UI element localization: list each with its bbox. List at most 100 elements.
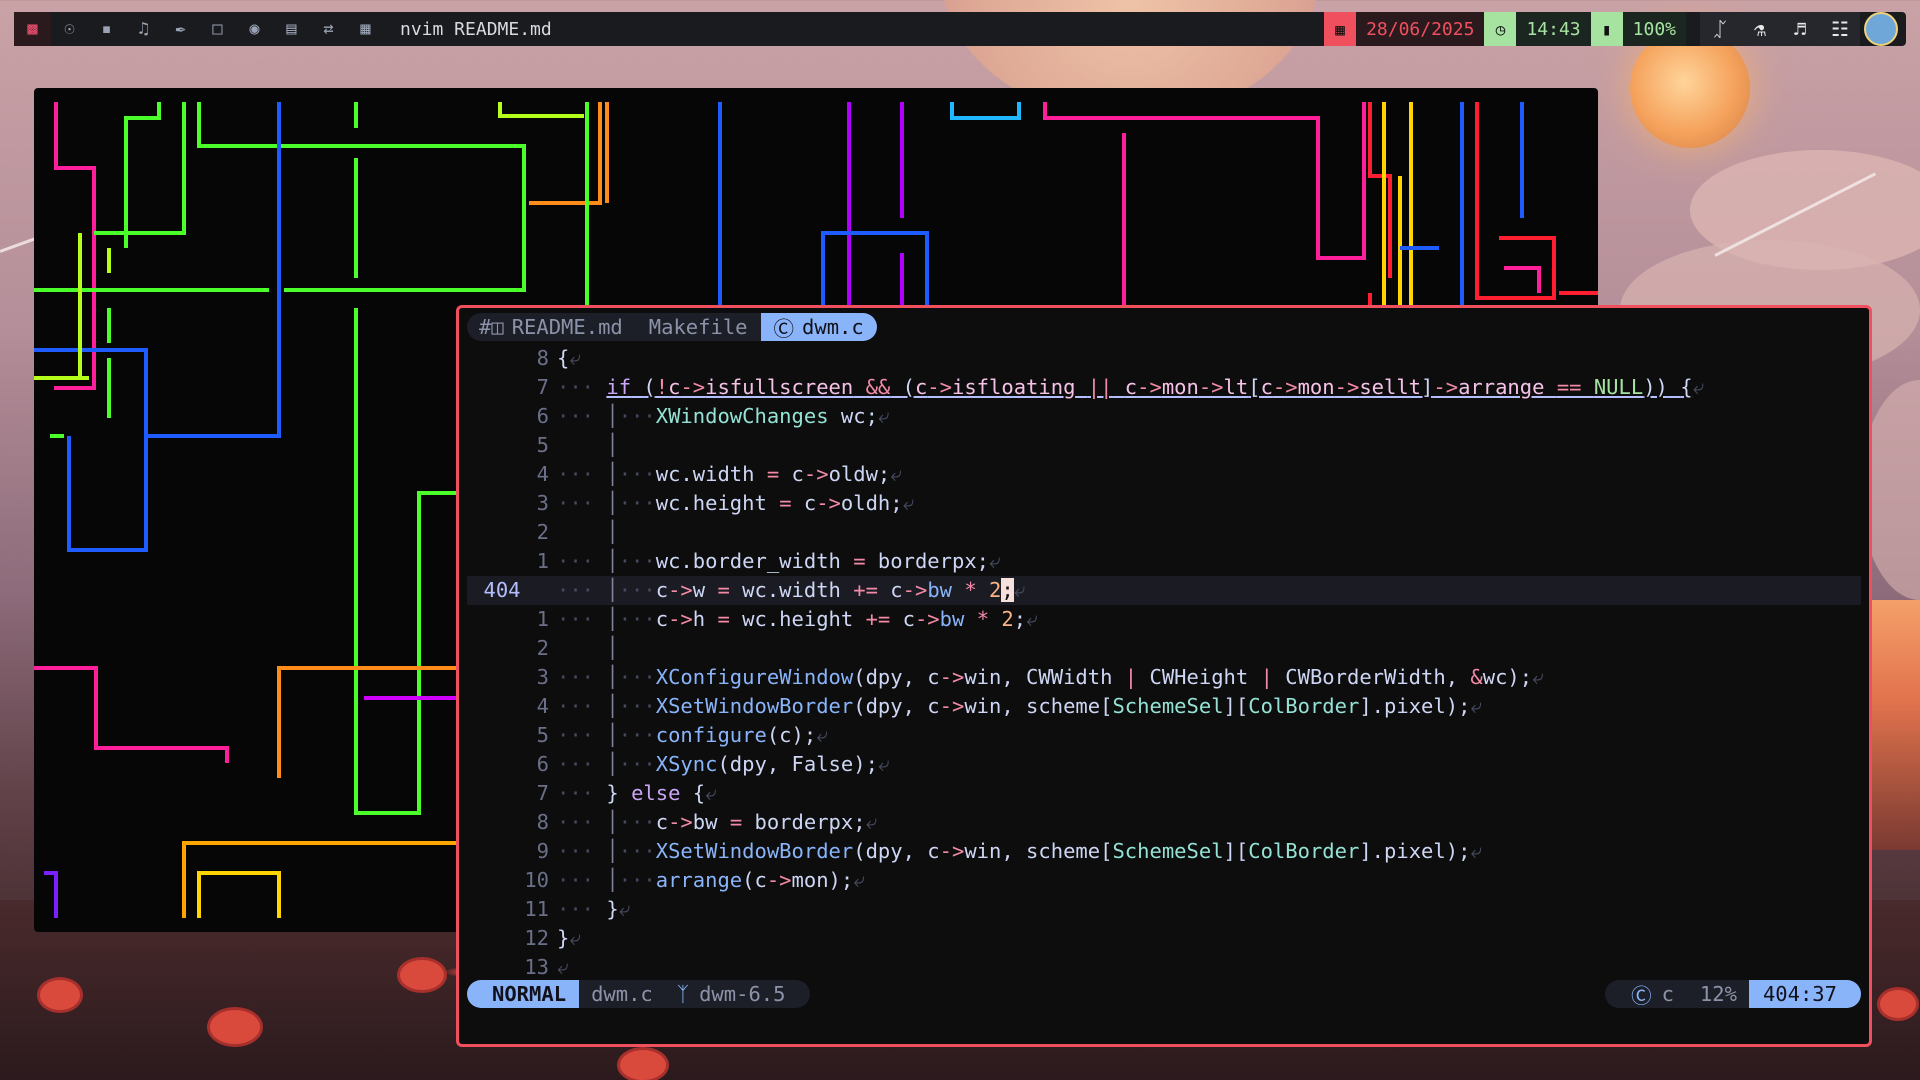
code-text: ··· │···XWindowChanges wc;⤶ xyxy=(557,404,890,428)
folder-icon[interactable]: □ xyxy=(199,12,236,46)
line-number: 7 xyxy=(536,375,549,399)
code-line[interactable]: 12}⤶ xyxy=(467,924,1861,953)
tab-label: dwm.c xyxy=(802,315,864,339)
code-line-current[interactable]: 404 ··· │···c->w = wc.width += c->bw * 2;… xyxy=(467,576,1861,605)
wallpaper-flower xyxy=(1880,990,1916,1018)
battery-text: 100% xyxy=(1622,12,1686,46)
paint-roller-icon[interactable]: ⚗ xyxy=(1740,12,1780,46)
code-text: ··· │···arrange(c->mon);⤶ xyxy=(557,868,865,892)
gamepad-icon[interactable]: ◉ xyxy=(236,12,273,46)
code-text: ··· if (!c->isfullscreen && (c->isfloati… xyxy=(557,375,1705,399)
line-number: 8 xyxy=(536,346,549,370)
wallpaper-flower xyxy=(620,1050,666,1080)
code-line[interactable]: 3 ··· │···wc.height = c->oldh;⤶ xyxy=(467,489,1861,518)
code-line[interactable]: 2 │ xyxy=(467,634,1861,663)
code-line[interactable]: 1 ··· │···c->h = wc.height += c->bw * 2;⤶ xyxy=(467,605,1861,634)
line-number: 404 xyxy=(483,578,521,602)
line-number: 9 xyxy=(536,839,549,863)
code-line[interactable]: 10 ··· │···arrange(c->mon);⤶ xyxy=(467,866,1861,895)
filetype-segment: Ⓒ c 12% xyxy=(1605,980,1749,1008)
line-number: 10 xyxy=(524,868,549,892)
code-line[interactable]: 3 ··· │···XConfigureWindow(dpy, c->win, C… xyxy=(467,663,1861,692)
c-icon: Ⓒ xyxy=(1631,984,1652,1008)
buffer-tabline: #◫ README.md Makefile Ⓒ dwm.c xyxy=(467,313,877,341)
code-line[interactable]: 7 ··· } else {⤶ xyxy=(467,779,1861,808)
line-number: 11 xyxy=(524,897,549,921)
code-line[interactable]: 5 │ xyxy=(467,431,1861,460)
code-line[interactable]: 7 ··· if (!c->isfullscreen && (c->isfloat… xyxy=(467,373,1861,402)
wallpaper-flower xyxy=(40,980,80,1010)
line-number: 4 xyxy=(536,694,549,718)
line-number: 2 xyxy=(536,636,549,660)
shuffle-icon[interactable]: ⇄ xyxy=(310,12,347,46)
notes-icon[interactable]: ▤ xyxy=(273,12,310,46)
code-line[interactable]: 2 │ xyxy=(467,518,1861,547)
code-line[interactable]: 13 ⤶ xyxy=(467,953,1861,982)
code-text: ··· │···XSetWindowBorder(dpy, c->win, sc… xyxy=(557,839,1482,863)
code-area[interactable]: 8 {⤶ 7 ··· if (!c->isfullscreen && (c->isfl… xyxy=(467,344,1861,982)
line-number: 12 xyxy=(524,926,549,950)
line-number: 3 xyxy=(536,491,549,515)
top-status-bar: ▩ ☉ ▪ ♫ ✒ □ ◉ ▤ ⇄ ▦ nvim README.md ▦ 28/… xyxy=(14,12,1906,46)
line-number: 6 xyxy=(536,752,549,776)
code-line[interactable]: 11 ··· }⤶ xyxy=(467,895,1861,924)
wallpaper-moon xyxy=(1630,28,1750,148)
code-line[interactable]: 5 ··· │···configure(c);⤶ xyxy=(467,721,1861,750)
globe-icon[interactable]: ☉ xyxy=(51,12,88,46)
code-line[interactable]: 4 ··· │···wc.width = c->oldw;⤶ xyxy=(467,460,1861,489)
code-text: ··· │···wc.height = c->oldh;⤶ xyxy=(557,491,915,515)
mode-indicator: NORMAL xyxy=(467,980,580,1008)
network-icon[interactable]: ☷ xyxy=(1820,12,1860,46)
music-icon[interactable]: ♫ xyxy=(125,12,162,46)
code-text: ··· }⤶ xyxy=(557,897,631,921)
tab-label: Makefile xyxy=(648,315,748,339)
git-branch: ᛉ dwm-6.5 xyxy=(664,980,810,1008)
line-number: 6 xyxy=(536,404,549,428)
code-text: ··· │···XSync(dpy, False);⤶ xyxy=(557,752,890,776)
code-text: {⤶ xyxy=(557,346,581,370)
bluetooth-icon[interactable]: ᛢ xyxy=(1700,12,1740,46)
clock-icon: ◷ xyxy=(1484,12,1517,46)
battery-icon: ▮ xyxy=(1590,12,1623,46)
statusline: NORMAL dwm.c ᛉ dwm-6.5 Ⓒ c 12% 404:37 xyxy=(467,980,1861,1008)
code-text: ··· │···c->h = wc.height += c->bw * 2;⤶ xyxy=(557,607,1038,631)
code-line[interactable]: 8 ··· │···c->bw = borderpx;⤶ xyxy=(467,808,1861,837)
line-number: 4 xyxy=(536,462,549,486)
code-text: ··· │···wc.width = c->oldw;⤶ xyxy=(557,462,902,486)
code-line[interactable]: 4 ··· │···XSetWindowBorder(dpy, c->win, s… xyxy=(467,692,1861,721)
code-line[interactable]: 8 {⤶ xyxy=(467,344,1861,373)
window-title: nvim README.md xyxy=(400,18,552,40)
code-line[interactable]: 6 ··· │···XWindowChanges wc;⤶ xyxy=(467,402,1861,431)
code-line[interactable]: 9 ··· │···XSetWindowBorder(dpy, c->win, s… xyxy=(467,837,1861,866)
code-text: ⤶ xyxy=(557,955,569,979)
line-number: 13 xyxy=(524,955,549,979)
volume-icon[interactable]: ♬ xyxy=(1780,12,1820,46)
code-text: ··· │···configure(c);⤶ xyxy=(557,723,828,747)
code-line[interactable]: 6 ··· │···XSync(dpy, False);⤶ xyxy=(467,750,1861,779)
code-text: │ xyxy=(606,433,619,457)
chat-icon[interactable]: ▪ xyxy=(88,12,125,46)
code-text: │ xyxy=(606,636,619,660)
filetype-label: c xyxy=(1661,982,1674,1006)
tab-makefile[interactable]: Makefile xyxy=(635,313,761,341)
grid-icon[interactable]: ▦ xyxy=(347,12,384,46)
statusline-filename: dwm.c xyxy=(579,980,665,1008)
avatar[interactable] xyxy=(1864,12,1898,46)
tab-label: README.md xyxy=(511,315,623,339)
nvim-editor-window[interactable]: #◫ README.md Makefile Ⓒ dwm.c 8 {⤶ 7 ··· if… xyxy=(456,305,1872,1047)
code-text: ··· │···c->w = wc.width += c->bw * 2;⤶ xyxy=(557,578,1026,602)
git-branch-label: dwm-6.5 xyxy=(699,982,786,1006)
code-text: ··· │···XConfigureWindow(dpy, c->win, CW… xyxy=(557,665,1544,689)
line-number: 5 xyxy=(536,723,549,747)
tab-dwm-c[interactable]: Ⓒ dwm.c xyxy=(760,313,877,341)
line-number: 5 xyxy=(536,433,549,457)
brush-icon[interactable]: ✒ xyxy=(162,12,199,46)
code-text: │ xyxy=(606,520,619,544)
cursor-position: 404:37 xyxy=(1748,980,1861,1008)
tab-readme[interactable]: #◫ README.md xyxy=(467,313,636,341)
wallpaper-flower xyxy=(210,1010,260,1044)
date-text: 28/06/2025 xyxy=(1356,12,1485,46)
line-number: 2 xyxy=(536,520,549,544)
terminal-icon[interactable]: ▩ xyxy=(14,12,51,46)
code-line[interactable]: 1 ··· │···wc.border_width = borderpx;⤶ xyxy=(467,547,1861,576)
